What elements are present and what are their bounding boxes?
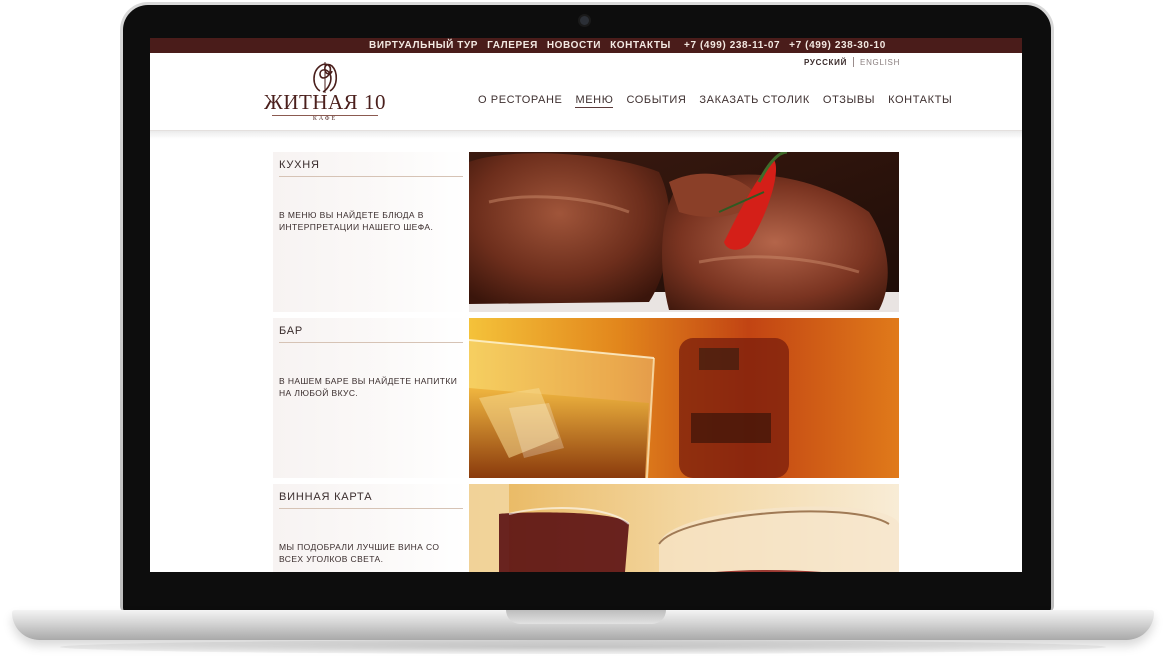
logo-name: ЖИТНАЯ 10 (264, 90, 386, 114)
top-link-contacts[interactable]: КОНТАКТЫ (610, 40, 671, 51)
section-kitchen[interactable]: КУХНЯ В МЕНЮ ВЫ НАЙДЕТЕ БЛЮДА В ИНТЕРПРЕ… (273, 152, 899, 312)
nav-menu[interactable]: МЕНЮ (575, 94, 614, 108)
nav-contacts[interactable]: КОНТАКТЫ (888, 94, 952, 108)
laptop-notch (506, 610, 666, 624)
section-title[interactable]: БАР (279, 325, 303, 337)
nav-about[interactable]: О РЕСТОРАНЕ (478, 94, 562, 108)
top-link-virtual-tour[interactable]: ВИРТУАЛЬНЫЙ ТУР (369, 40, 478, 51)
phone-numbers: +7 (499) 238-11-07 +7 (499) 238-30-10 (684, 38, 895, 53)
lang-english[interactable]: ENGLISH (860, 58, 900, 67)
nav-events[interactable]: СОБЫТИЯ (626, 94, 686, 108)
nav-reviews[interactable]: ОТЗЫВЫ (823, 94, 875, 108)
section-text: ВИННАЯ КАРТА МЫ ПОДОБРАЛИ ЛУЧШИЕ ВИНА СО… (273, 484, 468, 572)
section-description: МЫ ПОДОБРАЛИ ЛУЧШИЕ ВИНА СО ВСЕХ УГОЛКОВ… (279, 542, 440, 564)
top-link-news[interactable]: НОВОСТИ (547, 40, 601, 51)
laptop-shadow (60, 640, 1106, 654)
lang-russian[interactable]: РУССКИЙ (804, 58, 847, 67)
section-text: КУХНЯ В МЕНЮ ВЫ НАЙДЕТЕ БЛЮДА В ИНТЕРПРЕ… (273, 152, 468, 312)
logo-subtitle: КАФЕ (312, 116, 338, 122)
nav-reserve[interactable]: ЗАКАЗАТЬ СТОЛИК (699, 94, 810, 108)
section-title[interactable]: ВИННАЯ КАРТА (279, 491, 372, 503)
section-description: В НАШЕМ БАРЕ ВЫ НАЙДЕТЕ НАПИТКИ НА ЛЮБОЙ… (279, 376, 458, 398)
whisky-glass-photo[interactable] (469, 318, 899, 478)
section-rule (279, 342, 463, 343)
section-bar[interactable]: БАР В НАШЕМ БАРЕ ВЫ НАЙДЕТЕ НАПИТКИ НА Л… (273, 318, 899, 478)
section-rule (279, 508, 463, 509)
top-bar: ВИРТУАЛЬНЫЙ ТУР ГАЛЕРЕЯ НОВОСТИ КОНТАКТЫ… (150, 38, 1022, 53)
language-switcher: РУССКИЙ ENGLISH (804, 57, 900, 67)
wine-glass-photo[interactable] (469, 484, 899, 572)
section-rule (279, 176, 463, 177)
phone-1[interactable]: +7 (499) 238-11-07 (684, 40, 780, 51)
grilled-steak-photo[interactable] (469, 152, 899, 312)
lang-divider (853, 57, 855, 67)
section-wine[interactable]: ВИННАЯ КАРТА МЫ ПОДОБРАЛИ ЛУЧШИЕ ВИНА СО… (273, 484, 899, 572)
top-links: ВИРТУАЛЬНЫЙ ТУР ГАЛЕРЕЯ НОВОСТИ КОНТАКТЫ (369, 38, 680, 53)
site-logo[interactable]: ЖИТНАЯ 10 КАФЕ (262, 60, 388, 124)
logo-monogram-icon (313, 62, 338, 93)
browser-viewport: ВИРТУАЛЬНЫЙ ТУР ГАЛЕРЕЯ НОВОСТИ КОНТАКТЫ… (150, 38, 1022, 572)
header-divider (150, 130, 1022, 139)
main-nav: О РЕСТОРАНЕ МЕНЮ СОБЫТИЯ ЗАКАЗАТЬ СТОЛИК… (478, 94, 965, 108)
top-link-gallery[interactable]: ГАЛЕРЕЯ (487, 40, 538, 51)
section-description: В МЕНЮ ВЫ НАЙДЕТЕ БЛЮДА В ИНТЕРПРЕТАЦИИ … (279, 210, 434, 232)
section-title[interactable]: КУХНЯ (279, 159, 320, 171)
phone-2[interactable]: +7 (499) 238-30-10 (789, 40, 886, 51)
section-text: БАР В НАШЕМ БАРЕ ВЫ НАЙДЕТЕ НАПИТКИ НА Л… (273, 318, 468, 478)
webcam (580, 16, 589, 25)
